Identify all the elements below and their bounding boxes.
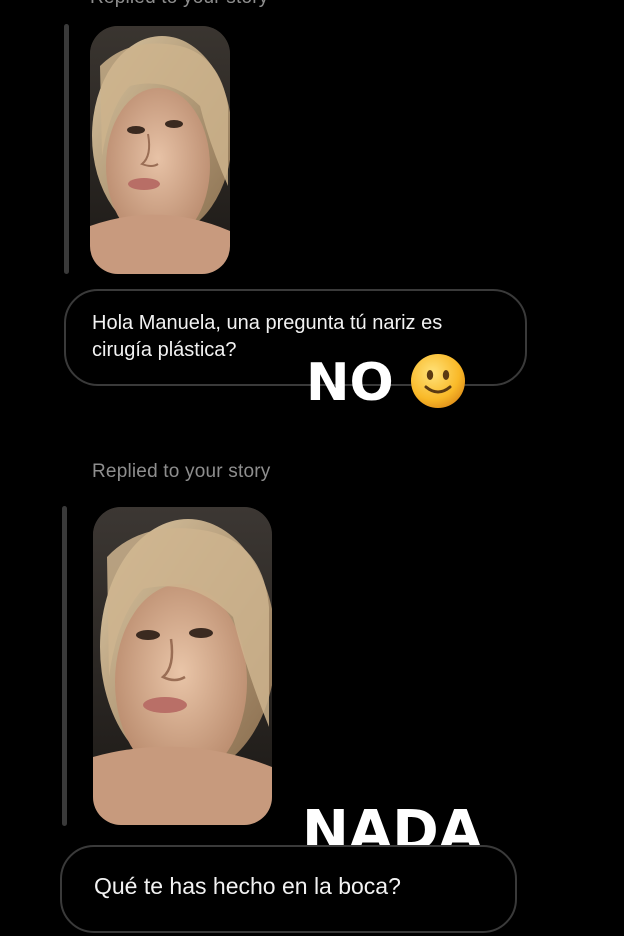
- reply-quote-bar-2: [62, 506, 67, 826]
- message-bubble-2[interactable]: Qué te has hecho en la boca?: [60, 845, 517, 933]
- story-thumbnail-1[interactable]: [90, 26, 230, 274]
- replied-label-2: Replied to your story: [92, 461, 271, 482]
- story-photo-icon: [93, 507, 272, 825]
- story-photo-icon: [90, 26, 230, 274]
- story-thumbnail-2[interactable]: [93, 507, 272, 825]
- slightly-smiling-face-icon: [411, 354, 465, 408]
- message-text-2: Qué te has hecho en la boca?: [94, 873, 401, 899]
- reply-quote-bar-1: [64, 24, 69, 274]
- answer-overlay-no: NO: [306, 353, 394, 413]
- replied-label-1: Replied to your story: [90, 0, 268, 9]
